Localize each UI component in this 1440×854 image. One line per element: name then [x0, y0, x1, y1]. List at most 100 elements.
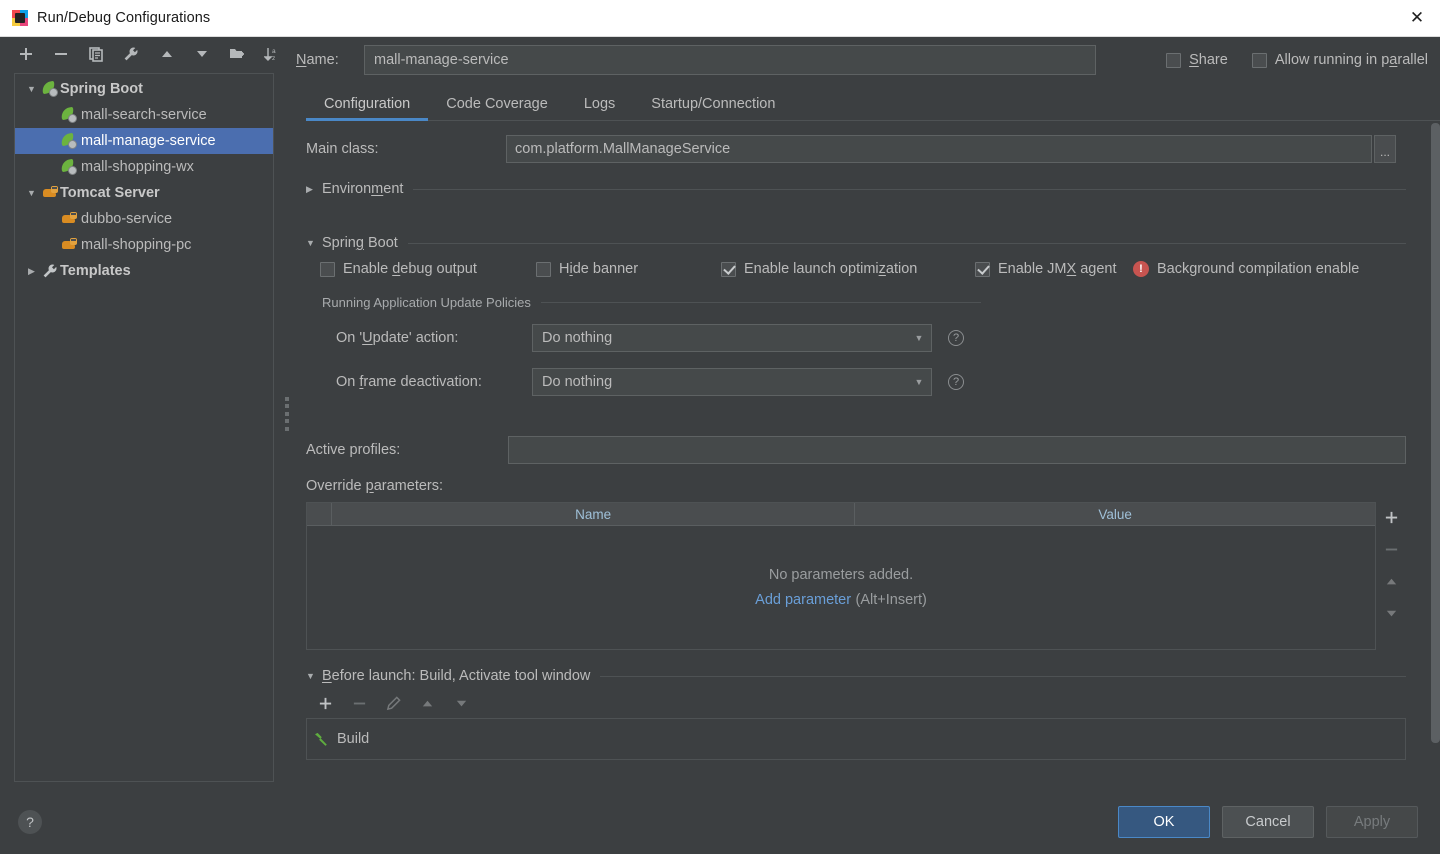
- spring-boot-icon: [59, 132, 79, 149]
- configurations-tree[interactable]: ▼ Spring Boot mall-search-service mall-m…: [14, 73, 274, 782]
- remove-parameter-button[interactable]: [1382, 540, 1400, 558]
- move-parameter-up-button[interactable]: [1382, 572, 1400, 590]
- chevron-down-icon[interactable]: ▼: [306, 238, 322, 248]
- on-update-action-dropdown[interactable]: Do nothing ▼: [532, 324, 932, 352]
- chevron-down-icon[interactable]: ▼: [306, 671, 322, 681]
- tree-node-spring-boot[interactable]: ▼ Spring Boot: [15, 76, 273, 102]
- enable-jmx-agent-checkbox[interactable]: Enable JMX agent: [975, 261, 1133, 277]
- before-launch-header[interactable]: ▼ Before launch: Build, Activate tool wi…: [306, 668, 1406, 684]
- tree-node-tomcat-server[interactable]: ▼ Tomcat Server: [15, 180, 273, 206]
- intellij-idea-icon: [12, 10, 28, 26]
- environment-section-header[interactable]: ▶ Environment: [306, 181, 1406, 197]
- tree-node-dubbo-service[interactable]: dubbo-service: [15, 206, 273, 232]
- configuration-name-input[interactable]: [364, 45, 1096, 75]
- override-parameters-label: Override parameters:: [306, 478, 444, 494]
- background-compilation-warning-text: Background compilation enable: [1157, 261, 1360, 277]
- share-checkbox[interactable]: Share: [1166, 52, 1228, 68]
- main-class-row: Main class: ...: [306, 135, 1406, 163]
- cancel-button[interactable]: Cancel: [1222, 806, 1314, 838]
- remove-configuration-button[interactable]: [51, 43, 71, 65]
- before-launch-list[interactable]: Build: [306, 718, 1406, 760]
- enable-debug-output-checkbox[interactable]: Enable debug output: [320, 261, 536, 277]
- active-profiles-input[interactable]: [508, 436, 1406, 464]
- active-profiles-label: Active profiles:: [306, 442, 401, 458]
- help-icon[interactable]: ?: [18, 810, 42, 834]
- before-launch-item-build[interactable]: Build: [313, 731, 369, 747]
- section-divider: [407, 242, 1406, 244]
- arrow-up-icon[interactable]: [157, 43, 177, 65]
- group-divider: [540, 302, 981, 303]
- arrow-down-icon[interactable]: [192, 43, 212, 65]
- tab-logs[interactable]: Logs: [566, 96, 633, 120]
- tree-node-mall-shopping-wx[interactable]: mall-shopping-wx: [15, 154, 273, 180]
- add-parameter-button[interactable]: [1382, 508, 1400, 526]
- tree-node-mall-shopping-pc[interactable]: mall-shopping-pc: [15, 232, 273, 258]
- add-configuration-button[interactable]: [16, 43, 36, 65]
- enable-launch-optimization-checkbox[interactable]: Enable launch optimization: [721, 261, 975, 277]
- on-update-action-help-icon[interactable]: ?: [948, 330, 964, 346]
- tree-node-label: Spring Boot: [60, 81, 143, 97]
- enable-debug-output-box[interactable]: [320, 261, 335, 277]
- wrench-icon: [40, 263, 60, 279]
- folder-add-icon[interactable]: [227, 43, 247, 65]
- tab-startup-connection[interactable]: Startup/Connection: [633, 96, 793, 120]
- spring-boot-section-header[interactable]: ▼ Spring Boot: [306, 235, 1406, 251]
- share-checkbox-box[interactable]: [1166, 52, 1182, 68]
- chevron-down-icon[interactable]: ▼: [907, 333, 931, 343]
- allow-parallel-checkbox[interactable]: Allow running in parallel: [1251, 52, 1428, 68]
- on-frame-deactivation-dropdown[interactable]: Do nothing ▼: [532, 368, 932, 396]
- spring-boot-icon: [59, 158, 79, 175]
- chevron-right-icon[interactable]: ▶: [306, 184, 322, 195]
- wrench-icon[interactable]: [121, 43, 141, 65]
- update-policies-group-header: Running Application Update Policies: [322, 295, 1406, 310]
- chevron-right-icon[interactable]: ▶: [23, 266, 40, 277]
- tree-node-label: mall-shopping-wx: [81, 159, 194, 175]
- close-icon[interactable]: ✕: [1394, 0, 1440, 36]
- tree-node-mall-manage-service[interactable]: mall-manage-service: [15, 128, 273, 154]
- before-launch-down-button[interactable]: [452, 694, 470, 712]
- dialog-body: a z ▼ Spring Boot mall-search-service ma…: [0, 37, 1440, 790]
- chevron-down-icon[interactable]: ▼: [23, 188, 40, 198]
- before-launch-label: Before launch: Build, Activate tool wind…: [322, 668, 591, 684]
- hide-banner-checkbox[interactable]: Hide banner: [536, 261, 721, 277]
- before-launch-section: ▼ Before launch: Build, Activate tool wi…: [306, 668, 1406, 760]
- tab-configuration[interactable]: Configuration: [306, 96, 429, 121]
- copy-icon[interactable]: [86, 43, 106, 65]
- tree-node-templates[interactable]: ▶ Templates: [15, 258, 273, 284]
- content-scrollbar-thumb[interactable]: [1431, 123, 1440, 743]
- chevron-down-icon[interactable]: ▼: [23, 84, 40, 94]
- before-launch-remove-button[interactable]: [350, 694, 368, 712]
- add-parameter-link[interactable]: Add parameter: [755, 592, 851, 608]
- enable-launch-optimization-label: Enable launch optimization: [744, 261, 918, 277]
- on-update-action-label: On 'Update' action:: [336, 330, 459, 346]
- chevron-down-icon[interactable]: ▼: [907, 377, 931, 387]
- enable-jmx-agent-box[interactable]: [975, 261, 990, 277]
- pane-splitter[interactable]: [282, 37, 292, 790]
- main-class-browse-button[interactable]: ...: [1374, 135, 1396, 163]
- tree-node-mall-search-service[interactable]: mall-search-service: [15, 102, 273, 128]
- on-frame-deactivation-label: On frame deactivation:: [336, 374, 482, 390]
- empty-state-action: Add parameter (Alt+Insert): [755, 591, 927, 609]
- on-update-action-row: On 'Update' action: Do nothing ▼ ?: [336, 324, 1406, 352]
- tomcat-icon: [59, 237, 79, 253]
- main-class-input[interactable]: [506, 135, 1372, 163]
- before-launch-add-button[interactable]: [316, 694, 334, 712]
- hide-banner-box[interactable]: [536, 261, 551, 277]
- tree-node-label: mall-search-service: [81, 107, 207, 123]
- splitter-grip-icon: [285, 396, 289, 431]
- move-parameter-down-button[interactable]: [1382, 604, 1400, 622]
- table-header-name: Name: [332, 503, 856, 525]
- sort-az-icon[interactable]: a z: [262, 43, 282, 65]
- allow-parallel-checkbox-box[interactable]: [1251, 52, 1267, 68]
- on-frame-deactivation-help-icon[interactable]: ?: [948, 374, 964, 390]
- tab-code-coverage[interactable]: Code Coverage: [428, 96, 566, 120]
- configurations-toolbar: a z: [0, 39, 282, 69]
- configuration-tabs[interactable]: Configuration Code Coverage Logs Startup…: [306, 83, 1440, 121]
- update-policies-group-label: Running Application Update Policies: [322, 295, 531, 310]
- override-parameters-table[interactable]: Name Value No parameters added. Add para…: [306, 502, 1376, 650]
- enable-launch-optimization-box[interactable]: [721, 261, 736, 277]
- before-launch-up-button[interactable]: [418, 694, 436, 712]
- ok-button[interactable]: OK: [1118, 806, 1210, 838]
- content-scrollbar[interactable]: [1429, 121, 1440, 790]
- pencil-icon[interactable]: [384, 694, 402, 712]
